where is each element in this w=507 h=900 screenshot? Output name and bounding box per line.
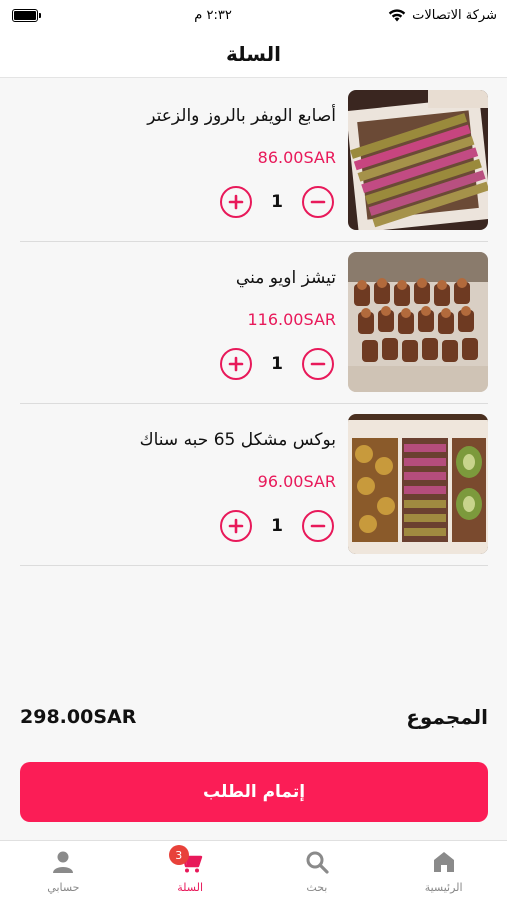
increase-quantity-button[interactable]: [220, 348, 252, 380]
plus-icon: [228, 518, 244, 534]
increase-quantity-button[interactable]: [220, 510, 252, 542]
product-price: 86.00SAR: [257, 148, 336, 167]
nav-item-cart[interactable]: 3 السلة: [127, 841, 254, 900]
product-name[interactable]: أصابع الويفر بالروز والزعتر: [147, 106, 336, 126]
nav-item-search[interactable]: بحث: [254, 841, 381, 900]
nav-item-home[interactable]: الرئيسية: [380, 841, 507, 900]
cart-item: بوكس مشكل 65 حبه سناك 96.00SAR 1: [20, 404, 488, 566]
status-bar: ٢:٣٢ م شركة الاتصالات: [0, 0, 507, 30]
minus-icon: [310, 524, 326, 528]
quantity-value: 1: [271, 516, 283, 536]
nav-label: بحث: [306, 881, 328, 894]
nav-label: حسابي: [47, 881, 80, 894]
mixed-snack-box-image: [348, 414, 488, 554]
quantity-stepper: 1: [220, 186, 334, 218]
battery-icon: [12, 8, 41, 22]
increase-quantity-button[interactable]: [220, 186, 252, 218]
status-carrier-group: شركة الاتصالات: [388, 8, 497, 23]
minus-icon: [310, 362, 326, 366]
chocolate-box-image: [348, 252, 488, 392]
total-amount: 298.00SAR: [20, 706, 137, 728]
minus-icon: [310, 200, 326, 204]
product-price: 96.00SAR: [257, 472, 336, 491]
quantity-stepper: 1: [220, 510, 334, 542]
page-title: السلة: [225, 41, 281, 66]
decrease-quantity-button[interactable]: [302, 348, 334, 380]
wafer-fingers-box-image: [348, 90, 488, 230]
quantity-stepper: 1: [220, 348, 334, 380]
home-icon: [433, 852, 454, 872]
cart-total: 298.00SAR المجموع: [20, 705, 488, 729]
cart-list: أصابع الويفر بالروز والزعتر 86.00SAR 1 ت…: [20, 80, 488, 566]
cart-item: أصابع الويفر بالروز والزعتر 86.00SAR 1: [20, 80, 488, 242]
wifi-icon: [388, 8, 406, 21]
decrease-quantity-button[interactable]: [302, 186, 334, 218]
checkout-button[interactable]: إتمام الطلب: [20, 762, 488, 822]
status-time: ٢:٣٢ م: [194, 7, 232, 23]
page-header: السلة: [0, 30, 507, 78]
nav-item-account[interactable]: حسابي: [0, 841, 127, 900]
quantity-value: 1: [271, 354, 283, 374]
bottom-nav: الرئيسية بحث 3 السلة حسابي: [0, 840, 507, 900]
product-price: 116.00SAR: [247, 310, 337, 329]
cart-item: تيشز اويو مني 116.00SAR 1: [20, 242, 488, 404]
search-icon: [306, 851, 329, 874]
decrease-quantity-button[interactable]: [302, 510, 334, 542]
product-image[interactable]: [348, 90, 488, 230]
user-icon: [53, 851, 74, 873]
quantity-value: 1: [271, 192, 283, 212]
carrier-name: شركة الاتصالات: [412, 7, 497, 23]
plus-icon: [228, 356, 244, 372]
product-image[interactable]: [348, 252, 488, 392]
nav-label: الرئيسية: [424, 881, 463, 894]
product-name[interactable]: بوكس مشكل 65 حبه سناك: [140, 430, 336, 450]
nav-label: السلة: [177, 881, 204, 894]
cart-count-badge: 3: [168, 845, 189, 865]
product-name[interactable]: تيشز اويو مني: [236, 268, 336, 288]
product-image[interactable]: [348, 414, 488, 554]
plus-icon: [228, 194, 244, 210]
total-label: المجموع: [406, 705, 488, 729]
